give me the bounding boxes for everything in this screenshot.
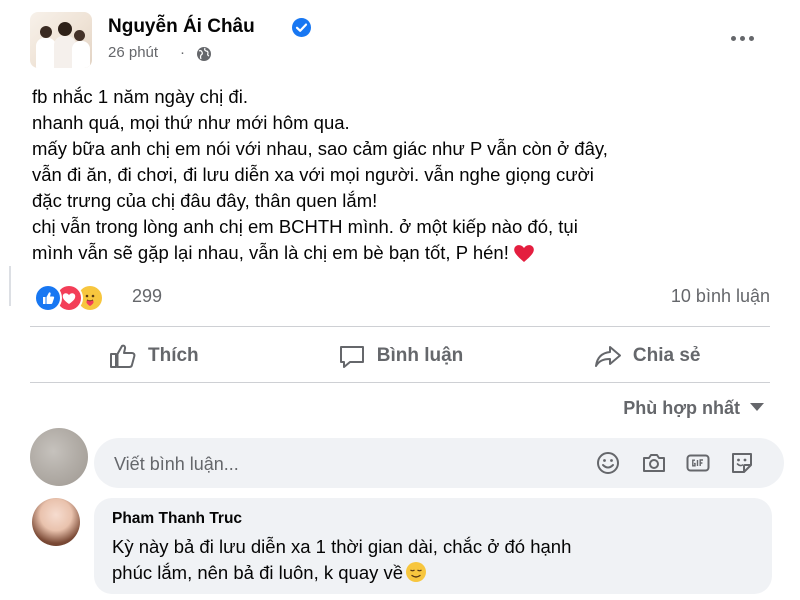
thumbs-up-icon	[110, 344, 136, 368]
avatar-figure-head	[58, 22, 72, 36]
share-button[interactable]: Chia sẻ	[523, 338, 770, 374]
comment-count-link[interactable]: 10 bình luận	[671, 286, 770, 307]
like-reaction-icon[interactable]	[34, 284, 62, 312]
comment-text: Kỳ này bả đi lưu diễn xa 1 thời gian dài…	[112, 534, 752, 586]
more-options-icon[interactable]	[728, 32, 758, 46]
avatar-figure-head	[40, 26, 52, 38]
comment-button[interactable]: Bình luận	[277, 338, 524, 374]
globe-icon[interactable]	[196, 46, 212, 62]
comment-composer	[94, 438, 784, 490]
post-body: fb nhắc 1 năm ngày chị đi. nhanh quá, mọ…	[32, 84, 777, 266]
like-button-label: Thích	[148, 345, 199, 366]
camera-icon[interactable]	[640, 449, 668, 477]
left-border-rule	[9, 266, 11, 306]
reactions-summary: 299 10 bình luận	[32, 282, 770, 312]
comment-input[interactable]	[112, 438, 586, 490]
avatar-figure-body	[36, 38, 56, 68]
post-text-line: đặc trưng của chị đâu đây, thân quen lắm…	[32, 190, 378, 211]
post-text-line: fb nhắc 1 năm ngày chị đi.	[32, 86, 248, 107]
avatar-figure-head	[74, 30, 85, 41]
current-user-avatar[interactable]	[30, 428, 88, 486]
reaction-count[interactable]: 299	[132, 286, 162, 307]
commenter-avatar[interactable]	[32, 498, 80, 546]
post-text-line: vẫn đi ăn, đi chơi, đi lưu diễn xa với m…	[32, 164, 594, 185]
commenter-name[interactable]: Pham Thanh Truc	[112, 510, 242, 528]
share-button-label: Chia sẻ	[632, 345, 701, 366]
avatar-figure-body	[72, 41, 90, 68]
emoji-smiley-icon[interactable]	[594, 449, 622, 477]
verified-badge-icon	[292, 18, 311, 37]
post-actions-bar: Thích Bình luận Chia sẻ	[30, 338, 770, 374]
comment-sort-dropdown[interactable]: Phù hợp nhất	[623, 398, 764, 419]
post-text-line-content: mình vẫn sẽ gặp lại nhau, vẫn là chị em …	[32, 242, 509, 263]
comment-button-label: Bình luận	[376, 345, 464, 366]
author-name[interactable]: Nguyễn Ái Châu	[108, 16, 255, 38]
comment-text-line: Kỳ này bả đi lưu diễn xa 1 thời gian dài…	[112, 536, 572, 557]
post-header: Nguyễn Ái Châu 26 phút ·	[30, 10, 780, 72]
red-heart-emoji-icon	[514, 245, 534, 262]
gif-icon[interactable]	[684, 449, 712, 477]
meta-separator: ·	[180, 44, 185, 61]
comment-text-line: phúc lắm, nên bả đi luôn, k quay về	[112, 560, 752, 586]
divider	[30, 326, 770, 327]
post-text-line: chị vẫn trong lòng anh chị em BCHTH mình…	[32, 216, 578, 237]
speech-bubble-icon	[339, 346, 364, 368]
sticker-icon[interactable]	[728, 449, 756, 477]
comment-item: Pham Thanh Truc Kỳ này bả đi lưu diễn xa…	[94, 498, 772, 594]
relieved-face-emoji-icon	[406, 562, 427, 582]
comment-text-line-content: phúc lắm, nên bả đi luôn, k quay về	[112, 562, 404, 583]
author-avatar[interactable]	[30, 12, 92, 68]
post-text-line: mấy bữa anh chị em nói với nhau, sao cảm…	[32, 138, 608, 159]
divider	[30, 382, 770, 383]
post-timestamp[interactable]: 26 phút	[108, 44, 158, 61]
sort-label: Phù hợp nhất	[623, 398, 740, 418]
caret-down-icon	[750, 403, 764, 411]
like-button[interactable]: Thích	[30, 338, 277, 374]
post-text-line: nhanh quá, mọi thứ như mới hôm qua.	[32, 112, 350, 133]
share-arrow-icon	[594, 346, 621, 367]
post-text-line: mình vẫn sẽ gặp lại nhau, vẫn là chị em …	[32, 240, 777, 266]
